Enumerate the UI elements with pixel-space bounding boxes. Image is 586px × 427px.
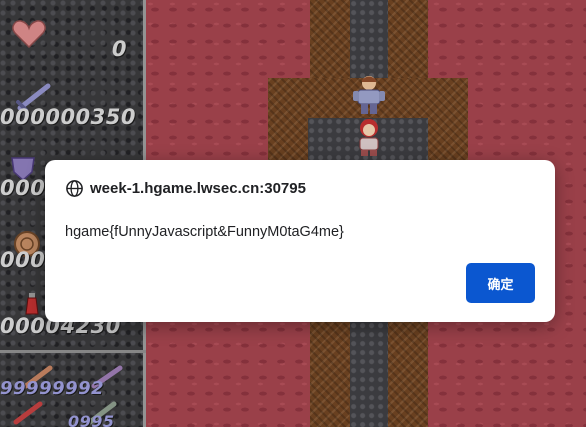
dialog-header: week-1.hgame.lwsec.cn:30795 — [65, 179, 306, 198]
dialog-message: hgame{fUnnyJavascript&FunnyM0taG4me} — [65, 224, 344, 240]
ok-button[interactable]: 确定 — [466, 263, 535, 303]
dialog-origin: week-1.hgame.lwsec.cn:30795 — [90, 180, 306, 197]
globe-icon — [66, 180, 83, 197]
alert-dialog: week-1.hgame.lwsec.cn:30795 hgame{fUnnyJ… — [45, 160, 555, 322]
